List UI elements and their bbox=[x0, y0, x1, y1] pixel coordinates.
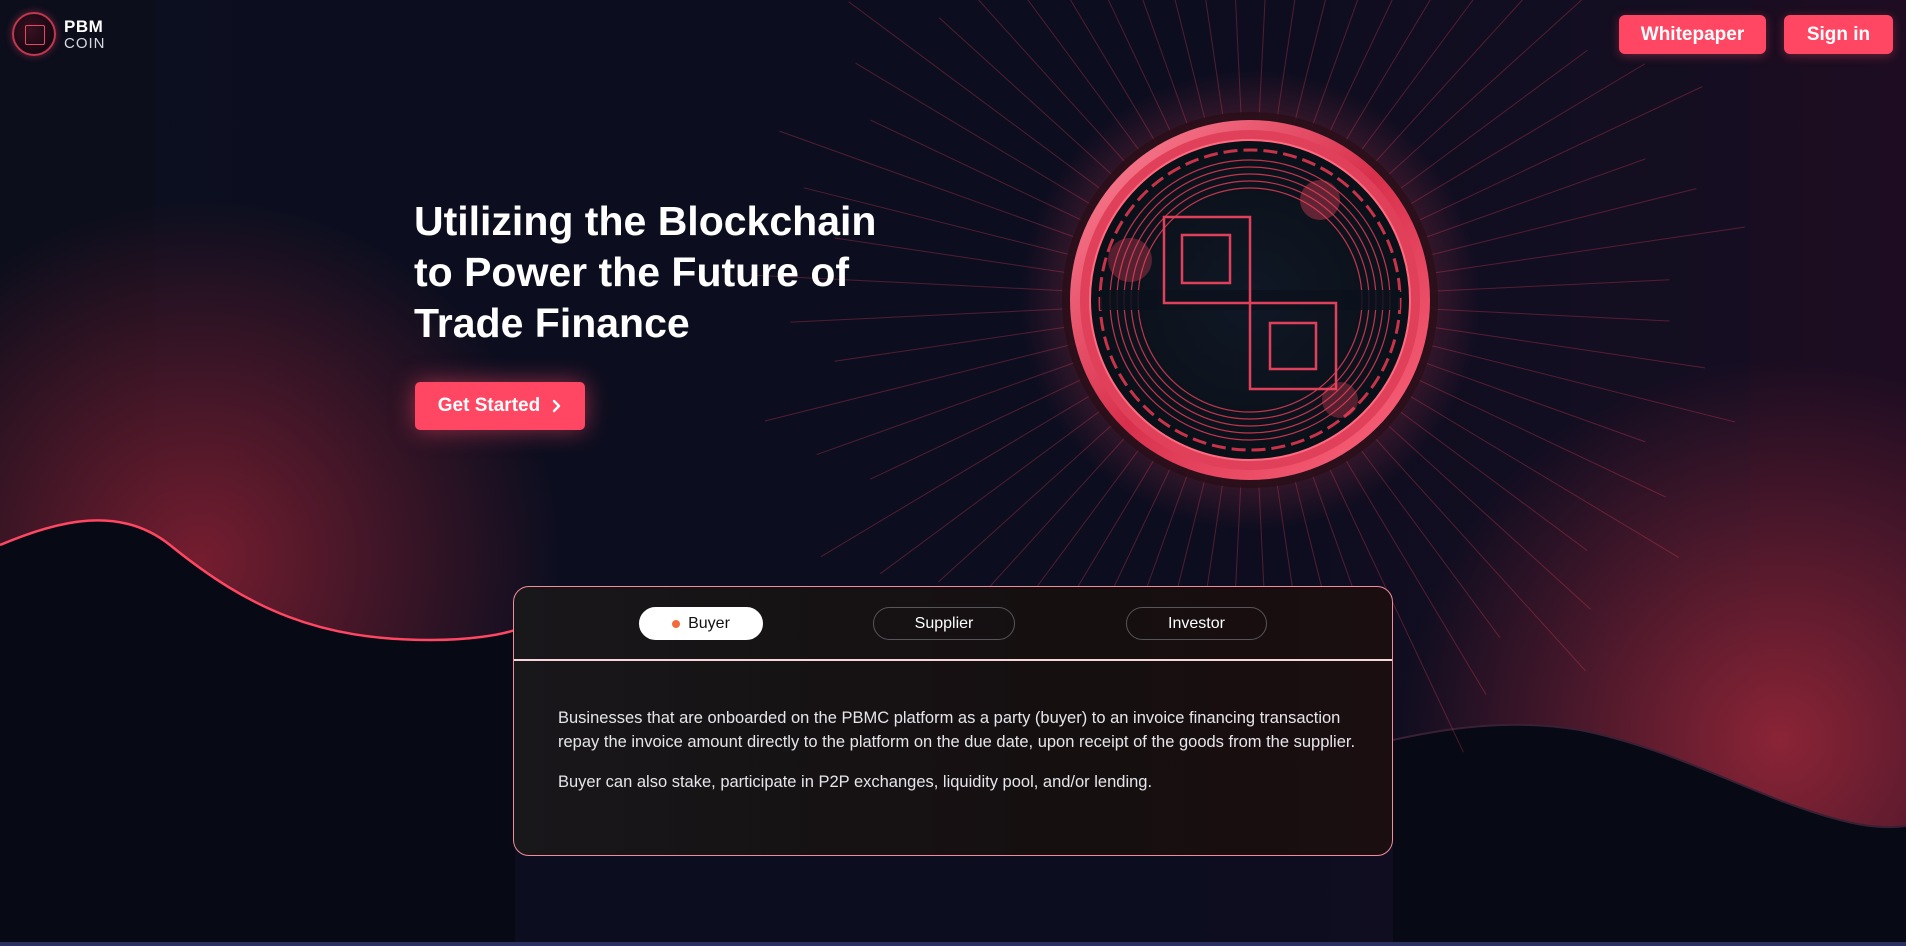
card-divider bbox=[514, 659, 1392, 661]
description-paragraph: Businesses that are onboarded on the PBM… bbox=[558, 709, 1356, 751]
brand-line-2: COIN bbox=[64, 34, 106, 52]
hero-title-line: Trade Finance bbox=[414, 300, 690, 346]
tab-buyer[interactable]: Buyer bbox=[639, 607, 763, 640]
whitepaper-button[interactable]: Whitepaper bbox=[1619, 15, 1766, 54]
role-tabs: Buyer Supplier Investor bbox=[514, 587, 1392, 660]
tab-label: Buyer bbox=[688, 614, 730, 632]
brand-wordmark: PBM COIN bbox=[64, 18, 106, 51]
get-started-button[interactable]: Get Started bbox=[415, 382, 585, 430]
bottom-edge bbox=[0, 942, 1906, 946]
role-info-card: Buyer Supplier Investor Businesses that … bbox=[513, 586, 1393, 856]
tab-investor[interactable]: Investor bbox=[1126, 607, 1267, 640]
get-started-label: Get Started bbox=[437, 395, 541, 416]
hero-title: Utilizing the Blockchain to Power the Fu… bbox=[414, 196, 934, 349]
chevron-right-icon bbox=[553, 399, 561, 413]
logo-coin-icon bbox=[12, 12, 56, 56]
brand-line-1: PBM bbox=[64, 16, 104, 36]
hero-title-line: Utilizing the Blockchain bbox=[414, 198, 877, 244]
description-paragraph: Buyer can also stake, participate in P2P… bbox=[558, 773, 1153, 791]
hero-title-line: to Power the Future of bbox=[414, 249, 850, 295]
tab-label: Supplier bbox=[914, 614, 974, 632]
role-description: Businesses that are onboarded on the PBM… bbox=[558, 706, 1368, 794]
tab-supplier[interactable]: Supplier bbox=[873, 607, 1015, 640]
brand-logo[interactable]: PBM COIN bbox=[12, 12, 106, 56]
tab-label: Investor bbox=[1168, 614, 1225, 632]
sign-in-button[interactable]: Sign in bbox=[1784, 15, 1893, 54]
selected-dot-icon bbox=[672, 619, 681, 628]
